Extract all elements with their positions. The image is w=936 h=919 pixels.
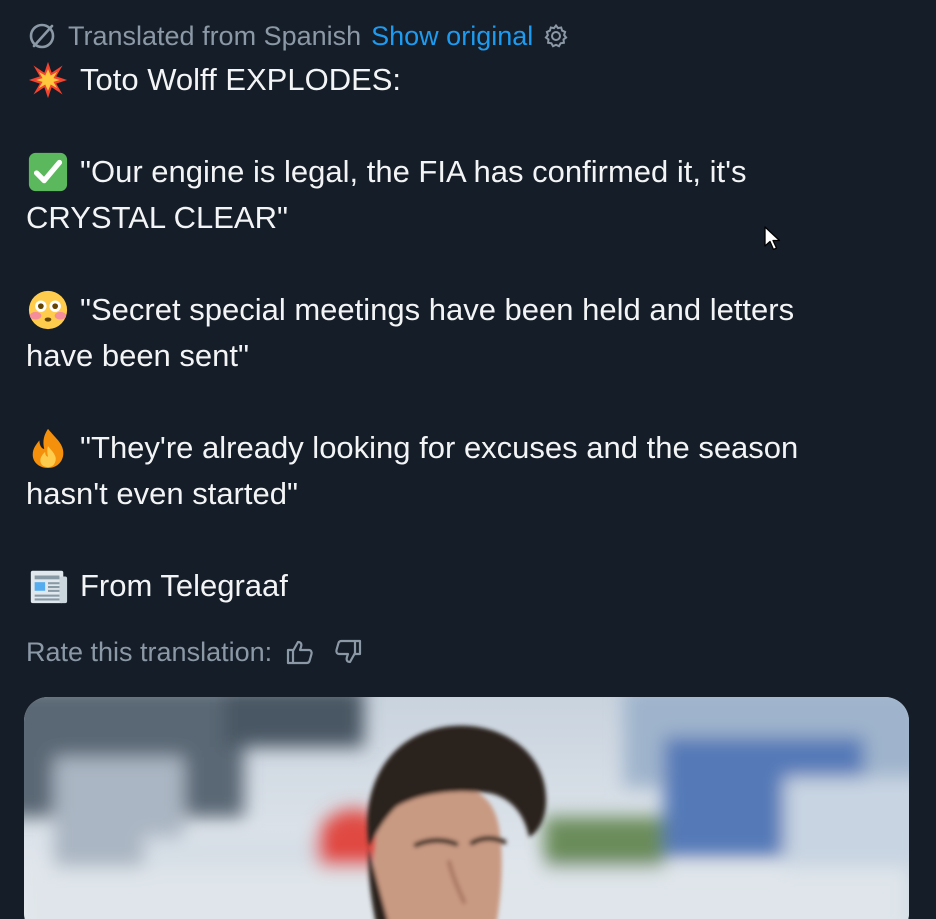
quote-text-line: CRYSTAL CLEAR": [26, 200, 288, 235]
fire-emoji: [26, 426, 70, 470]
quote-block: "Secret special meetings have been held …: [26, 287, 916, 379]
quote-text-line: "Our engine is legal, the FIA has confir…: [80, 154, 747, 189]
rate-translation: Rate this translation:: [26, 630, 362, 674]
show-original-link[interactable]: Show original: [371, 21, 533, 52]
quote-block: "They're already looking for excuses and…: [26, 425, 916, 517]
rate-label: Rate this translation:: [26, 636, 273, 667]
flushed-face-emoji: [26, 288, 70, 332]
mouse-cursor-icon: [764, 226, 782, 252]
gear-icon[interactable]: [543, 23, 569, 49]
post-photo[interactable]: [24, 697, 909, 919]
post-source: From Telegraaf: [26, 563, 916, 609]
check-mark-button-emoji: [26, 150, 70, 194]
newspaper-emoji: [26, 564, 70, 608]
quote-text-line: "Secret special meetings have been held …: [80, 292, 795, 327]
quote-text-line: have been sent": [26, 338, 250, 373]
translation-bar: Translated from Spanish Show original: [26, 16, 569, 56]
headline-text: Toto Wolff EXPLODES:: [80, 62, 402, 97]
quote-text-line: "They're already looking for excuses and…: [80, 430, 799, 465]
translate-icon: [26, 20, 58, 52]
source-text: From Telegraaf: [80, 568, 288, 603]
quote-text-line: hasn't even started": [26, 476, 298, 511]
post-headline: Toto Wolff EXPLODES:: [26, 57, 916, 103]
thumbs-down-icon[interactable]: [334, 638, 362, 666]
translation-label: Translated from Spanish: [68, 20, 362, 51]
post-text: Toto Wolff EXPLODES: "Our engine is lega…: [26, 57, 916, 609]
thumbs-up-icon[interactable]: [286, 638, 314, 666]
quote-block: "Our engine is legal, the FIA has confir…: [26, 149, 916, 241]
collision-emoji: [26, 58, 70, 102]
